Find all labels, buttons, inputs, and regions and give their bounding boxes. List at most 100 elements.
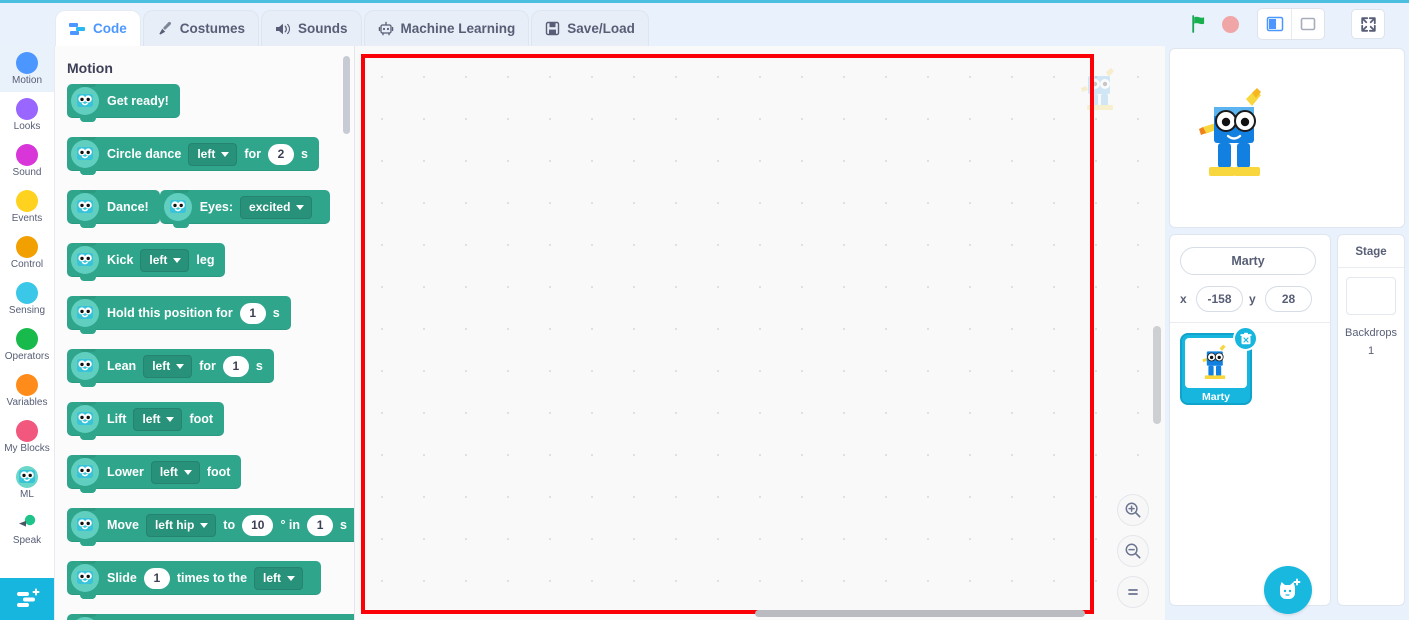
category-control[interactable]: Control <box>0 230 54 276</box>
block-dropdown[interactable]: left <box>133 407 183 431</box>
add-extension-button[interactable] <box>0 578 54 620</box>
block-marty-icon <box>71 193 99 221</box>
palette-block[interactable]: Circle dance left for 2 s <box>67 137 319 175</box>
canvas-horizontal-scrollbar[interactable] <box>755 610 1085 617</box>
block-dropdown[interactable]: left <box>143 354 193 378</box>
chevron-down-icon <box>166 416 175 422</box>
block-label: times to the <box>176 571 248 585</box>
small-stage-button[interactable] <box>1258 9 1291 39</box>
add-sprite-button[interactable] <box>1264 566 1312 614</box>
marty-face-icon <box>77 359 93 372</box>
block-dropdown[interactable]: left hip <box>145 513 217 537</box>
large-stage-button[interactable] <box>1291 9 1324 39</box>
category-speak[interactable]: Speak <box>0 506 54 552</box>
sprite-tile-marty[interactable]: Marty <box>1180 326 1258 405</box>
canvas-vertical-scrollbar[interactable] <box>1153 326 1161 424</box>
category-motion[interactable]: Motion <box>0 46 54 92</box>
palette-block[interactable]: Lower left foot <box>67 455 242 493</box>
code-canvas[interactable] <box>355 46 1165 620</box>
category-operators[interactable]: Operators <box>0 322 54 368</box>
palette-block[interactable]: Dance! <box>67 190 160 228</box>
block-number-input[interactable]: 1 <box>143 567 170 589</box>
block-number-input[interactable]: 2 <box>268 143 295 165</box>
block-label: Kick <box>107 253 134 267</box>
category-label: ML <box>20 488 34 500</box>
zoom-in-icon <box>1125 502 1141 518</box>
block-dropdown[interactable]: left <box>150 460 200 484</box>
palette-block[interactable]: Move left hip to 10 ° in 1 s <box>67 508 354 546</box>
chevron-down-icon <box>221 151 230 157</box>
tab-code[interactable]: Code <box>55 10 141 46</box>
stage[interactable] <box>1169 48 1405 228</box>
small-stage-icon <box>1266 16 1283 32</box>
category-variables[interactable]: Variables <box>0 368 54 414</box>
zoom-in-button[interactable] <box>1117 494 1149 526</box>
category-sound[interactable]: Sound <box>0 138 54 184</box>
speaker-icon <box>275 22 291 36</box>
sprite-coordinates: x -158 y 28 <box>1180 286 1320 312</box>
sprite-info-card: Marty x -158 y 28 Marty <box>1169 234 1331 606</box>
stop-button[interactable] <box>1215 9 1245 39</box>
sprite-x-input[interactable]: -158 <box>1196 286 1243 312</box>
block-number-input[interactable]: 1 <box>222 355 249 377</box>
large-stage-icon <box>1300 17 1316 31</box>
block-palette[interactable]: Motion Get ready! Circle dance left for 2 s Da… <box>55 46 355 620</box>
block-label: for <box>199 359 216 373</box>
canvas-zoom-controls <box>1117 494 1149 608</box>
palette-block[interactable]: Lean left for 1 s <box>67 349 274 387</box>
stop-icon <box>1221 15 1239 33</box>
category-sidebar: Motion Looks Sound Events Control Sensing Oper… <box>0 46 55 620</box>
category-events[interactable]: Events <box>0 184 54 230</box>
block-dropdown-value: left <box>159 465 178 479</box>
zoom-out-button[interactable] <box>1117 535 1149 567</box>
zoom-reset-button[interactable] <box>1117 576 1149 608</box>
block-dropdown[interactable]: left <box>188 142 238 166</box>
block-marty-icon <box>71 564 99 592</box>
tab-costumes[interactable]: Costumes <box>142 10 260 46</box>
sprite-x-label: x <box>1180 292 1187 306</box>
sprite-y-input[interactable]: 28 <box>1265 286 1312 312</box>
stage-selector-card[interactable]: Stage Backdrops 1 <box>1337 234 1405 606</box>
ml-face-icon <box>16 465 38 488</box>
block-dropdown[interactable]: excited <box>240 195 313 219</box>
category-dot-icon <box>16 281 38 304</box>
block-number-input[interactable]: 1 <box>239 302 266 324</box>
marty-face-icon <box>77 253 93 266</box>
block-label: foot <box>189 412 214 426</box>
palette-block[interactable]: Get ready! <box>67 84 180 122</box>
palette-block[interactable]: Eyes: excited <box>159 190 331 228</box>
block-number-input[interactable]: 1 <box>307 514 334 536</box>
stage-sprite-marty[interactable] <box>1198 81 1276 191</box>
backdrop-thumbnail[interactable] <box>1346 277 1396 315</box>
tab-costumes-label: Costumes <box>179 21 246 36</box>
sprite-name-input[interactable]: Marty <box>1180 247 1316 275</box>
fullscreen-button[interactable] <box>1351 9 1385 39</box>
palette-block[interactable]: Slide1times to theleftin1.5s, le <box>67 614 354 620</box>
category-sensing[interactable]: Sensing <box>0 276 54 322</box>
palette-block[interactable]: Kick left leg <box>67 243 226 281</box>
palette-block[interactable]: Slide 1 times to the left <box>67 561 322 599</box>
block-dropdown[interactable]: left <box>140 248 190 272</box>
green-flag-button[interactable] <box>1185 9 1215 39</box>
block-number-input[interactable]: 10 <box>242 514 274 536</box>
category-ml[interactable]: ML <box>0 460 54 506</box>
palette-scrollbar[interactable] <box>343 56 350 134</box>
tab-machine-learning[interactable]: Machine Learning <box>363 10 530 46</box>
category-dot-icon <box>16 189 38 212</box>
tab-sounds[interactable]: Sounds <box>261 10 362 46</box>
speak-bubble-icon <box>16 512 38 534</box>
palette-block[interactable]: Lift left foot <box>67 402 225 440</box>
block-label: s <box>301 147 308 161</box>
delete-sprite-button[interactable] <box>1233 326 1258 351</box>
block-label: foot <box>206 465 231 479</box>
category-dot-icon <box>16 235 38 258</box>
block-dropdown[interactable]: left <box>254 566 304 590</box>
category-looks[interactable]: Looks <box>0 92 54 138</box>
palette-block[interactable]: Hold this position for 1 s <box>67 296 291 334</box>
block-label: s <box>255 359 263 373</box>
block-marty-icon <box>71 352 99 380</box>
tab-save-load[interactable]: Save/Load <box>531 10 649 46</box>
category-dot-icon <box>16 143 38 166</box>
category-dot-icon <box>16 97 38 120</box>
category-my-blocks[interactable]: My Blocks <box>0 414 54 460</box>
